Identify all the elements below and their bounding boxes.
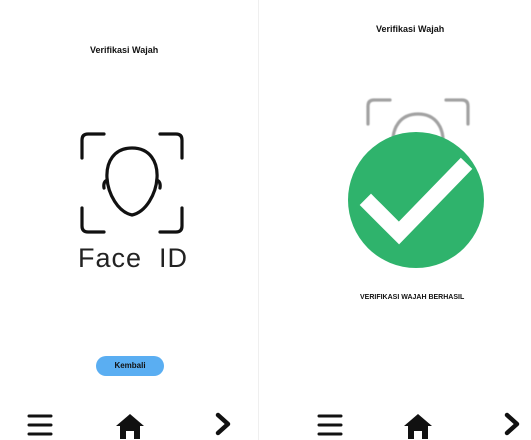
face-id-icon [80, 132, 184, 234]
home-icon[interactable] [115, 412, 145, 439]
face-id-label: Face ID [78, 243, 189, 273]
chevron-right-icon[interactable] [213, 412, 233, 436]
chevron-right-icon[interactable] [502, 412, 522, 436]
page-title: Verifikasi Wajah [376, 24, 445, 34]
screen-divider [258, 0, 259, 440]
verification-success-screen: Verifikasi Wajah VERIFIKASI WAJAH BERHAS… [268, 0, 527, 440]
menu-icon[interactable] [26, 412, 54, 438]
home-icon[interactable] [403, 412, 433, 439]
success-message: VERIFIKASI WAJAH BERHASIL [360, 294, 465, 301]
menu-icon[interactable] [316, 412, 344, 438]
back-button[interactable]: Kembali [96, 356, 164, 376]
page-title: Verifikasi Wajah [90, 45, 159, 55]
success-check-icon [348, 132, 484, 268]
face-id-screen: Verifikasi Wajah Face ID Kembali [4, 0, 250, 440]
